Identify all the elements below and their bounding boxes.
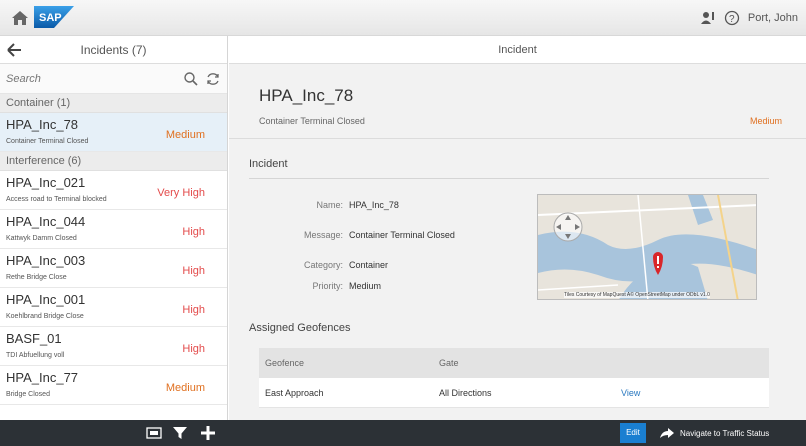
list-item-priority: Medium	[165, 382, 205, 394]
master-title: Incidents (7)	[80, 42, 147, 57]
forward-arrow-icon	[660, 428, 674, 438]
section-title-incident: Incident	[249, 158, 288, 170]
object-title: HPA_Inc_78	[259, 86, 354, 105]
add-icon[interactable]	[200, 425, 216, 441]
list-item-priority: High	[182, 304, 205, 316]
svg-text:?: ?	[729, 14, 735, 25]
map-attribution: Tiles Courtesy of MapQuest A© OpenStreet…	[564, 292, 710, 298]
field-label: Message:	[303, 230, 343, 240]
list-item[interactable]: HPA_Inc_044 Kattwyk Damm Closed High	[0, 210, 227, 249]
sap-logo: SAP	[34, 6, 74, 28]
shell-header: SAP ? Port, John	[0, 0, 806, 36]
field-label: Category:	[303, 260, 343, 270]
list-item-priority: High	[182, 226, 205, 238]
group-header-container: Container (1)	[0, 94, 227, 113]
section-title-geofences: Assigned Geofences	[249, 322, 351, 334]
list-item[interactable]: BASF_01 TDI Abfuellung voll High	[0, 327, 227, 366]
list-item-priority: Medium	[165, 129, 205, 141]
sort-icon[interactable]	[146, 425, 162, 441]
list-item[interactable]: HPA_Inc_003 Rethe Bridge Close High	[0, 249, 227, 288]
field-label: Name:	[316, 200, 343, 210]
navigate-label: Navigate to Traffic Status	[680, 428, 770, 438]
map-tiles	[538, 195, 756, 299]
geofence-table: Geofence Gate East Approach All Directio…	[259, 348, 769, 408]
field-value: HPA_Inc_78	[349, 200, 399, 210]
column-header-gate: Gate	[439, 358, 459, 368]
list-item-priority: High	[182, 343, 205, 355]
list-item[interactable]: HPA_Inc_001 Koehlbrand Bridge Close High	[0, 288, 227, 327]
shell-user-area: ? Port, John	[700, 10, 798, 26]
home-icon[interactable]	[10, 9, 30, 27]
navigate-traffic-status-button[interactable]: Navigate to Traffic Status	[660, 423, 769, 443]
field-value: Container Terminal Closed	[349, 230, 455, 240]
field-value: Container	[349, 260, 389, 270]
map-pan-control-icon[interactable]	[553, 212, 583, 242]
object-priority: Medium	[749, 116, 782, 126]
detail-header: Incident	[229, 36, 806, 64]
list-item[interactable]: HPA_Inc_78 Container Terminal Closed Med…	[0, 113, 227, 152]
refresh-icon[interactable]	[205, 71, 221, 87]
cell-geofence: East Approach	[265, 387, 324, 398]
back-arrow-icon[interactable]	[6, 42, 22, 58]
user-name[interactable]: Port, John	[748, 12, 798, 24]
svg-text:SAP: SAP	[39, 12, 62, 24]
user-notification-icon[interactable]	[700, 10, 716, 26]
master-header: Incidents (7)	[0, 36, 227, 64]
list-item-priority: High	[182, 265, 205, 277]
footer-toolbar: Edit Navigate to Traffic Status	[0, 420, 806, 446]
filter-icon[interactable]	[172, 425, 188, 441]
field-label: Priority:	[312, 281, 343, 291]
view-link[interactable]: View	[621, 388, 761, 398]
table-row: East Approach All Directions View	[259, 378, 769, 408]
list-item[interactable]: HPA_Inc_77 Bridge Closed Medium	[0, 366, 227, 405]
incident-map[interactable]: Tiles Courtesy of MapQuest A© OpenStreet…	[537, 194, 757, 300]
detail-panel: HPA_Inc_78 Container Terminal Closed Med…	[229, 64, 806, 420]
list-item[interactable]: HPA_Inc_021 Access road to Terminal bloc…	[0, 171, 227, 210]
list-item-priority: Very High	[157, 187, 205, 199]
cell-gate: All Directions	[439, 387, 492, 398]
column-header-geofence: Geofence	[265, 358, 305, 368]
divider	[249, 178, 769, 179]
search-input[interactable]	[6, 72, 177, 85]
object-subtitle: Container Terminal Closed	[259, 116, 365, 126]
search-bar	[0, 64, 227, 94]
field-value: Medium	[349, 281, 382, 291]
master-list-panel: Incidents (7) Container (1) HPA_Inc_78 C…	[0, 36, 228, 420]
table-header: Geofence Gate	[259, 348, 769, 378]
help-icon[interactable]: ?	[724, 10, 740, 26]
divider	[229, 138, 806, 139]
search-icon[interactable]	[183, 71, 199, 87]
edit-button[interactable]: Edit	[620, 423, 646, 443]
group-header-interference: Interference (6)	[0, 152, 227, 171]
